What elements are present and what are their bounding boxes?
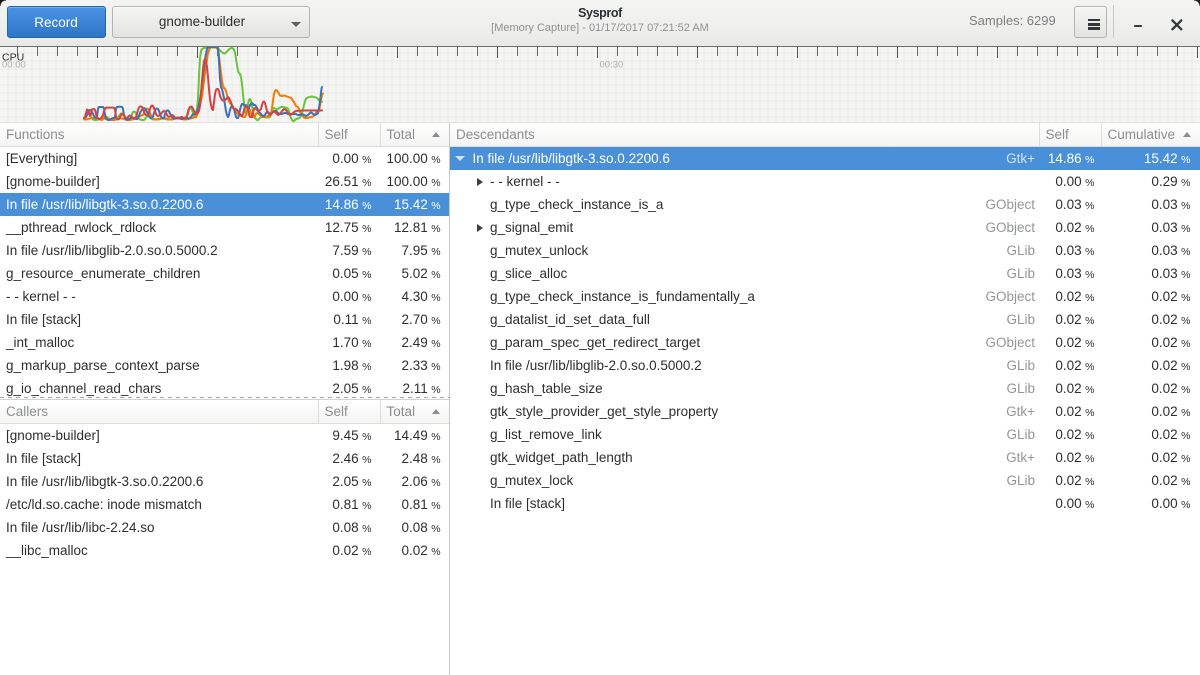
svg-text:00:30: 00:30	[600, 60, 624, 71]
svg-text:00:00: 00:00	[2, 60, 26, 71]
